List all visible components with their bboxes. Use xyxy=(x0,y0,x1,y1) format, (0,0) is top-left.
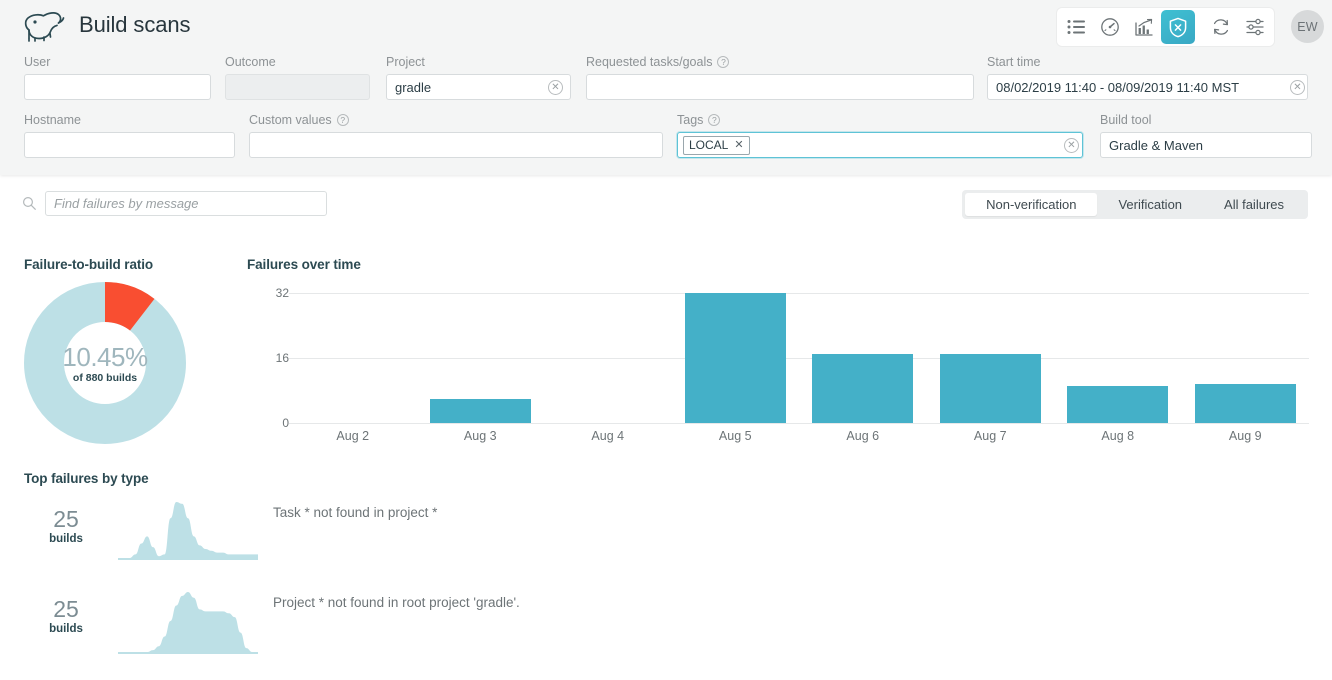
bar[interactable] xyxy=(812,354,913,423)
failure-count: 25 xyxy=(24,596,108,622)
failure-percentage: 10.45% xyxy=(62,343,147,371)
tags-input[interactable]: LOCAL ✕ xyxy=(677,132,1083,158)
gradle-elephant-icon xyxy=(22,8,68,42)
tags-clear-icon[interactable]: ✕ xyxy=(1064,138,1079,153)
tab-all-failures[interactable]: All failures xyxy=(1203,193,1305,216)
help-icon[interactable]: ? xyxy=(717,56,729,68)
x-axis-tick: Aug 9 xyxy=(1182,429,1310,443)
help-icon[interactable]: ? xyxy=(337,114,349,126)
tab-verification[interactable]: Verification xyxy=(1097,193,1203,216)
chart-bars xyxy=(289,282,1309,444)
shield-x-icon[interactable] xyxy=(1161,10,1195,44)
requested-tasks-input[interactable] xyxy=(586,74,974,100)
start-time-input[interactable] xyxy=(987,74,1308,100)
custom-values-input[interactable] xyxy=(249,132,663,158)
failure-count-block: 25 builds xyxy=(24,506,108,546)
tag-chip-label: LOCAL xyxy=(689,138,728,153)
failure-count: 25 xyxy=(24,506,108,532)
app-header: Build scans xyxy=(0,0,1332,175)
failure-message[interactable]: Task * not found in project * xyxy=(273,505,437,521)
filter-label-tags: Tags ? xyxy=(677,113,720,127)
x-axis-tick: Aug 5 xyxy=(672,429,800,443)
tag-chip-remove-icon[interactable]: ✕ xyxy=(734,138,743,153)
failures-over-time-title: Failures over time xyxy=(247,257,361,272)
top-failure-row[interactable]: 25 builds Task * not found in project * xyxy=(0,498,1332,590)
filter-label-start-time: Start time xyxy=(987,55,1041,69)
sliders-icon[interactable] xyxy=(1238,10,1272,44)
search-input[interactable] xyxy=(45,191,327,216)
filter-label-build-tool: Build tool xyxy=(1100,113,1151,127)
x-axis-tick: Aug 3 xyxy=(417,429,545,443)
x-axis-tick: Aug 6 xyxy=(799,429,927,443)
header-toolbar xyxy=(1057,8,1274,46)
builds-total-label: of 880 builds xyxy=(73,372,137,384)
bar[interactable] xyxy=(1067,386,1168,423)
x-axis-tick: Aug 2 xyxy=(289,429,417,443)
failure-sparkline xyxy=(118,588,258,654)
y-axis-tick: 32 xyxy=(249,287,289,299)
search-bar xyxy=(22,191,327,216)
filter-label-hostname: Hostname xyxy=(24,113,81,127)
outcome-input[interactable] xyxy=(225,74,370,100)
bar[interactable] xyxy=(430,399,531,423)
y-axis-tick: 16 xyxy=(249,352,289,364)
top-failures-title: Top failures by type xyxy=(24,471,149,486)
y-axis-tick: 0 xyxy=(249,417,289,429)
build-tool-input[interactable] xyxy=(1100,132,1312,158)
filter-label-user: User xyxy=(24,55,50,69)
hostname-input[interactable] xyxy=(24,132,235,158)
bar[interactable] xyxy=(1195,384,1296,423)
failure-message[interactable]: Project * not found in root project 'gra… xyxy=(273,595,520,611)
tab-non-verification[interactable]: Non-verification xyxy=(965,193,1097,216)
trend-chart-icon[interactable] xyxy=(1127,10,1161,44)
bar[interactable] xyxy=(940,354,1041,423)
avatar[interactable]: EW xyxy=(1291,10,1324,43)
tag-chip[interactable]: LOCAL ✕ xyxy=(683,136,750,155)
help-icon[interactable]: ? xyxy=(708,114,720,126)
x-axis-tick: Aug 7 xyxy=(927,429,1055,443)
page-title: Build scans xyxy=(79,14,190,36)
top-failure-row[interactable]: 25 builds Project * not found in root pr… xyxy=(0,588,1332,680)
failure-type-tabs: Non-verification Verification All failur… xyxy=(962,190,1308,219)
start-time-clear-icon[interactable]: ✕ xyxy=(1290,80,1305,95)
refresh-icon[interactable] xyxy=(1204,10,1238,44)
failure-count-unit: builds xyxy=(24,532,108,546)
filter-label-project: Project xyxy=(386,55,425,69)
failure-ratio-title: Failure-to-build ratio xyxy=(24,257,153,272)
project-clear-icon[interactable]: ✕ xyxy=(548,80,563,95)
donut-center-label: 10.45% of 880 builds xyxy=(24,282,186,444)
x-axis-tick: Aug 8 xyxy=(1054,429,1182,443)
failure-to-build-ratio-chart: 10.45% of 880 builds xyxy=(24,282,186,444)
project-input[interactable] xyxy=(386,74,571,100)
failure-count-unit: builds xyxy=(24,622,108,636)
failure-sparkline xyxy=(118,498,258,560)
filter-label-requested-tasks: Requested tasks/goals ? xyxy=(586,55,729,69)
filter-label-custom-values: Custom values ? xyxy=(249,113,349,127)
gauge-icon[interactable] xyxy=(1093,10,1127,44)
filter-label-outcome: Outcome xyxy=(225,55,276,69)
app-title-row: Build scans xyxy=(22,8,190,42)
failures-over-time-chart: 01632 Aug 2Aug 3Aug 4Aug 5Aug 6Aug 7Aug … xyxy=(247,282,1309,444)
x-axis-tick: Aug 4 xyxy=(544,429,672,443)
list-icon[interactable] xyxy=(1059,10,1093,44)
user-input[interactable] xyxy=(24,74,211,100)
search-icon[interactable] xyxy=(22,196,37,211)
bar[interactable] xyxy=(685,293,786,423)
failure-count-block: 25 builds xyxy=(24,596,108,636)
